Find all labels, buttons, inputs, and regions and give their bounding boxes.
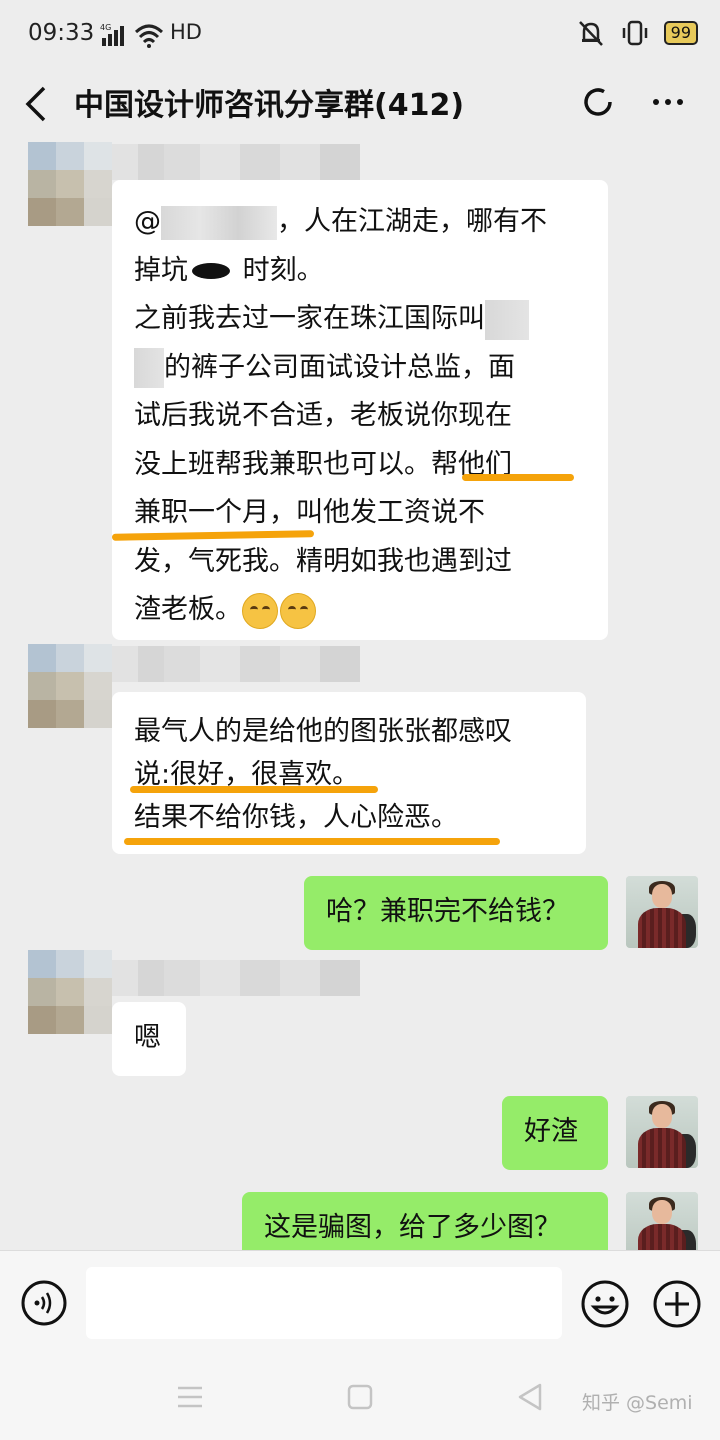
blurred-company-name [134,348,164,388]
status-bar: 09:33 4G HD 99 [0,0,720,70]
highlight-underline [462,474,574,481]
status-right: 99 [576,18,698,48]
message-text: 叫他发工资说不 [296,497,485,528]
chat-message-list[interactable]: @ ，人在江湖走，哪有不 掉坑 时刻。 之前我去过一家在珠江国际叫 的裤子公司面试… [0,138,720,1250]
vibrate-icon [622,20,647,46]
message-text: 的裤子公司面试设计总监，面 [164,351,515,383]
facepalm-emoji-icon [280,592,316,629]
message-bubble[interactable]: 最气人的是给他的图张张都感叹 说:很好，很喜欢。 结果不给你钱，人心险恶。 [112,692,586,854]
message-text: 最气人的是给他的图张张都感叹 [134,716,512,747]
plus-icon[interactable] [652,1279,702,1329]
blurred-avatar[interactable] [28,142,112,226]
message-text: 好渣 [524,1116,578,1147]
highlighted-text: 结果不给你钱，人心险恶。 [134,802,458,833]
message-text: ，人在江湖走，哪有不 [277,206,547,237]
message-text: 发，气死我。精明如我也遇到过 [134,545,512,577]
system-navigation-bar: 知乎 @Semi [0,1354,720,1440]
highlighted-text: 兼职一个月， [134,497,296,528]
blurred-mention [161,205,277,240]
blurred-sender-name [112,646,360,682]
highlight-underline [124,838,500,845]
message-text: 掉坑 [134,254,188,286]
recent-apps-icon[interactable] [176,1384,204,1410]
network-label: HD [170,20,202,44]
blurred-sender-name [112,960,360,996]
my-avatar[interactable] [626,1096,698,1168]
blurred-sender-name [112,144,360,180]
message-bubble-outgoing[interactable]: 好渣 [502,1096,608,1170]
more-options-icon[interactable] [648,82,688,122]
message-text: 哈？兼职完不给钱？ [326,896,569,927]
message-text: 试后我说不合适，老板说你现在 [134,400,512,431]
voice-icon[interactable] [20,1279,68,1327]
status-time: 09:33 [28,20,95,46]
blurred-avatar[interactable] [28,950,112,1034]
system-back-icon[interactable] [516,1382,544,1412]
message-text: 这是骗图，给了多少图？ [264,1212,561,1243]
message-bubble[interactable]: @ ，人在江湖走，哪有不 掉坑 时刻。 之前我去过一家在珠江国际叫 的裤子公司面试… [112,180,608,640]
message-text: 渣老板。 [134,594,242,625]
message-bubble-outgoing[interactable]: 哈？兼职完不给钱？ [304,876,608,950]
my-avatar[interactable] [626,1192,698,1250]
emoji-icon[interactable] [580,1279,630,1329]
svg-text:4G: 4G [100,23,111,32]
signal-wifi-icon: 4G [100,23,164,48]
message-bubble[interactable]: 嗯 [112,1002,186,1076]
message-text: @ [134,206,161,237]
message-input-bar [0,1250,720,1354]
watermark: 知乎 @Semi [582,1392,693,1414]
chat-title: 中国设计师咨讯分享群(412) [74,88,465,123]
facepalm-emoji-icon [242,592,278,629]
back-arrow-icon[interactable] [22,82,50,126]
highlight-underline [130,786,378,793]
my-avatar[interactable] [626,876,698,948]
message-text: 之前我去过一家在珠江国际叫 [134,303,485,334]
battery-icon: 99 [663,21,698,45]
chat-header: 中国设计师咨讯分享群(412) [0,70,720,138]
message-bubble-outgoing[interactable]: 这是骗图，给了多少图？ [242,1192,608,1250]
home-icon[interactable] [347,1384,373,1410]
hole-emoji-icon [192,263,230,279]
message-text: 嗯 [134,1022,161,1053]
blurred-avatar[interactable] [28,644,112,728]
message-input[interactable] [86,1267,562,1339]
message-text: 没上班帮我兼职也可以。 [134,448,431,480]
refresh-icon[interactable] [580,82,616,122]
mute-bell-icon [578,21,603,46]
message-text: 时刻。 [234,254,324,286]
blurred-company-name [485,299,529,340]
